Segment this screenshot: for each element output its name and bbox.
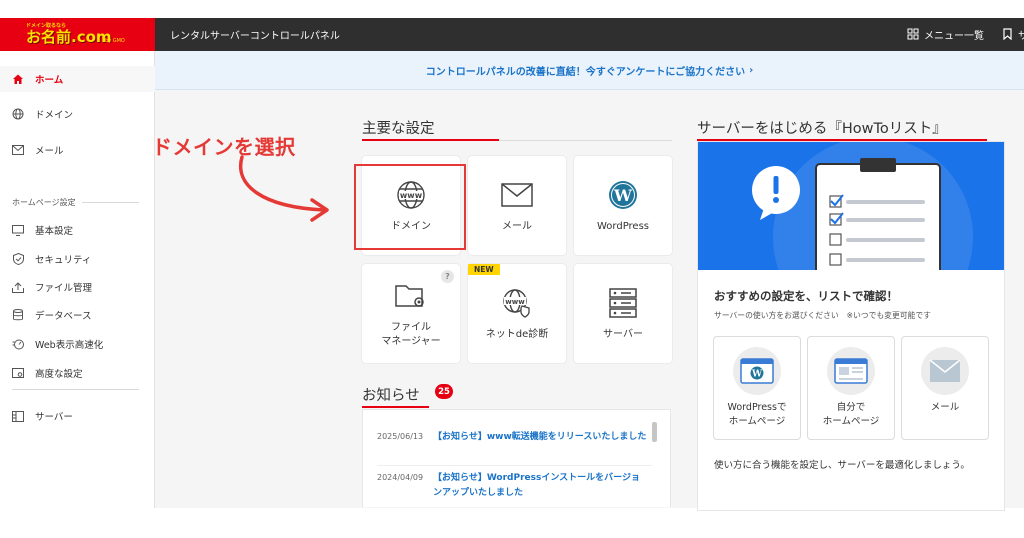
sidebar-item-label: Web表示高速化 xyxy=(35,340,104,351)
sidebar-item-label: ファイル管理 xyxy=(35,283,93,294)
survey-banner[interactable]: コントロールパネルの改善に直結！今すぐアンケートにご協力ください › xyxy=(155,51,1024,90)
folder-gear-icon xyxy=(395,279,427,313)
server-rack-icon xyxy=(609,286,637,320)
sidebar-item-label: メール xyxy=(35,146,64,157)
wordpress-icon: W xyxy=(608,178,638,212)
howto-panel: おすすめの設定を、リストで確認！ サーバーの使い方をお選びください ※いつでも変… xyxy=(697,141,1005,511)
card-mail[interactable]: メール xyxy=(468,156,566,255)
sidebar-item-label: ドメイン xyxy=(35,110,74,121)
highlight-box xyxy=(354,164,466,250)
new-badge: NEW xyxy=(468,264,500,275)
card-file-manager[interactable]: ? ファイル マネージャー xyxy=(362,264,460,363)
server-icon xyxy=(12,410,24,422)
sidebar-item-label: データベース xyxy=(35,311,92,322)
globe-icon xyxy=(12,108,24,120)
news-item[interactable]: 2024/04/09 【お知らせ】WordPressインストールをバージョンアッ… xyxy=(363,471,653,501)
news-scrollbar[interactable] xyxy=(652,422,657,442)
layout-window-icon xyxy=(827,347,875,395)
sidebar: ホーム ドメイン メール ホームページ設定 基本設定 セキュリティ ファイル管理… xyxy=(0,51,155,508)
sidebar-item-label: サーバー xyxy=(35,412,73,423)
sidebar-item-label: 高度な設定 xyxy=(35,369,83,380)
news-count-badge: 25 xyxy=(435,384,453,399)
top-bar: ドメイン取るなら お名前.com by GMO レンタルサーバーコントロールパネ… xyxy=(0,18,1024,51)
sidebar-item-security[interactable]: セキュリティ xyxy=(0,246,155,272)
homepage-settings-section: ホームページ設定 xyxy=(12,197,139,208)
svg-text:www: www xyxy=(505,298,525,306)
option-label: WordPressで ホームページ xyxy=(727,402,787,427)
howto-heading: おすすめの設定を、リストで確認！ xyxy=(714,289,898,303)
card-wordpress[interactable]: W WordPress xyxy=(574,156,672,255)
card-label: サーバー xyxy=(603,328,643,340)
sidebar-item-advanced[interactable]: 高度な設定 xyxy=(0,360,155,386)
panel-title: レンタルサーバーコントロールパネル xyxy=(170,31,340,42)
checklist-illustration xyxy=(698,142,1004,270)
option-label: メール xyxy=(930,402,960,413)
sidebar-item-mail[interactable]: メール xyxy=(0,137,155,163)
logo-wordmark: お名前.com xyxy=(26,28,112,46)
svg-text:W: W xyxy=(751,370,763,380)
sidebar-divider xyxy=(12,389,139,390)
bookmark-icon xyxy=(1003,28,1012,40)
sidebar-item-web-speed[interactable]: Web表示高速化 xyxy=(0,331,155,357)
annotation-arrow-icon xyxy=(239,155,329,222)
card-label: メール xyxy=(502,220,532,232)
advanced-icon xyxy=(12,367,24,379)
main-settings-underline xyxy=(362,139,499,141)
news-divider xyxy=(377,465,652,466)
news-list: 2025/06/13 【お知らせ】www転送機能をリリースいたしました 2024… xyxy=(362,409,671,507)
envelope-icon xyxy=(921,347,969,395)
news-underline xyxy=(362,406,429,408)
www-shield-icon: www xyxy=(502,286,532,320)
card-server[interactable]: サーバー xyxy=(574,264,672,363)
monitor-icon xyxy=(12,224,24,236)
sidebar-item-server[interactable]: サーバー xyxy=(0,403,155,429)
news-link[interactable]: 【お知らせ】www転送機能をリリースいたしました xyxy=(433,430,648,445)
shield-icon xyxy=(12,253,24,265)
grid-icon xyxy=(907,28,919,40)
menu-list-button[interactable]: メニュー一覧 xyxy=(907,26,984,42)
chevron-right-icon: › xyxy=(749,64,754,76)
database-icon xyxy=(12,309,24,321)
sidebar-item-basic-settings[interactable]: 基本設定 xyxy=(0,217,155,243)
help-icon[interactable]: ? xyxy=(441,270,454,283)
support-button[interactable]: サ xyxy=(1003,26,1024,42)
option-self-homepage[interactable]: 自分で ホームページ xyxy=(807,336,895,440)
sidebar-item-label: 基本設定 xyxy=(35,226,74,237)
news-title: お知らせ xyxy=(362,388,420,404)
card-label: WordPress xyxy=(596,220,650,232)
sidebar-item-label: ホーム xyxy=(35,75,64,86)
onamae-logo[interactable]: ドメイン取るなら お名前.com by GMO xyxy=(0,18,155,51)
card-label: ネットde診断 xyxy=(485,328,549,340)
howto-subheading: サーバーの使い方をお選びください ※いつでも変更可能です xyxy=(714,311,931,320)
news-item[interactable]: 2025/06/13 【お知らせ】www転送機能をリリースいたしました xyxy=(363,430,653,445)
envelope-icon xyxy=(501,178,533,212)
upload-icon xyxy=(12,281,24,293)
section-label: ホームページ設定 xyxy=(12,198,76,207)
support-label: サ xyxy=(1018,30,1024,42)
sidebar-item-database[interactable]: データベース xyxy=(0,302,155,328)
news-link[interactable]: 【お知らせ】WordPressインストールをバージョンアップいたしました xyxy=(433,471,648,501)
logo-byline: by GMO xyxy=(105,38,125,44)
card-label: ファイル マネージャー xyxy=(381,321,441,347)
sidebar-item-home[interactable]: ホーム xyxy=(0,66,155,92)
wordpress-window-icon: W xyxy=(733,347,781,395)
option-mail[interactable]: メール xyxy=(901,336,989,440)
option-wordpress-homepage[interactable]: W WordPressで ホームページ xyxy=(713,336,801,440)
sidebar-item-file-manager[interactable]: ファイル管理 xyxy=(0,274,155,300)
howto-title: サーバーをはじめる『HowToリスト』 xyxy=(697,121,947,137)
sidebar-item-domain[interactable]: ドメイン xyxy=(0,101,155,127)
howto-footer-text: 使い方に合う機能を設定し、サーバーを最適化しましょう。 xyxy=(714,460,970,471)
option-label: 自分で ホームページ xyxy=(822,402,880,427)
svg-text:W: W xyxy=(613,186,633,205)
news-date: 2025/06/13 xyxy=(377,432,424,441)
home-icon xyxy=(12,73,24,85)
sidebar-item-label: セキュリティ xyxy=(35,255,92,266)
survey-banner-text: コントロールパネルの改善に直結！今すぐアンケートにご協力ください xyxy=(425,66,746,78)
card-net-diagnosis[interactable]: NEW www ネットde診断 xyxy=(468,264,566,363)
mail-icon xyxy=(12,144,24,156)
news-date: 2024/04/09 xyxy=(377,473,424,482)
menu-list-label: メニュー一覧 xyxy=(924,30,984,42)
main-settings-title: 主要な設定 xyxy=(362,121,435,137)
speed-icon xyxy=(12,338,24,350)
